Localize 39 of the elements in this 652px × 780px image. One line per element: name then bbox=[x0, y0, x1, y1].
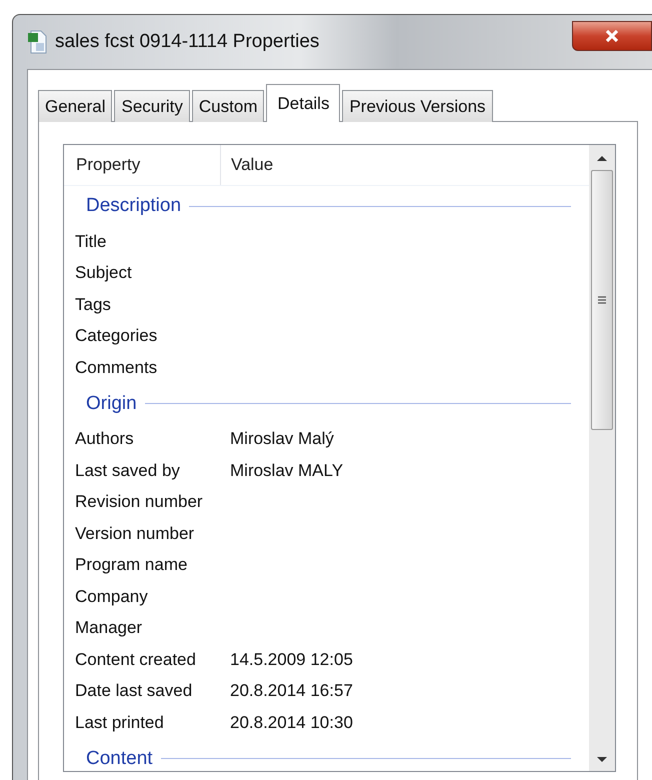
property-value: 20.8.2014 10:30 bbox=[230, 712, 353, 733]
close-button[interactable] bbox=[572, 21, 652, 51]
property-name: Version number bbox=[74, 524, 196, 544]
property-name: Categories bbox=[74, 326, 158, 346]
scrollbar[interactable] bbox=[589, 145, 615, 771]
tab[interactable]: Previous Versions bbox=[342, 90, 493, 122]
property-name: Last printed bbox=[74, 712, 165, 733]
window-title: sales fcst 0914-1114 Properties bbox=[55, 31, 320, 53]
property-name: Revision number bbox=[74, 492, 204, 512]
section-heading: Description bbox=[86, 195, 182, 217]
property-name: Content created bbox=[74, 650, 197, 670]
property-name: Manager bbox=[74, 618, 144, 638]
property-name: Last saved by bbox=[74, 460, 181, 481]
scroll-down-icon[interactable] bbox=[596, 756, 608, 763]
section-heading: Origin bbox=[86, 392, 137, 414]
property-name: Date last saved bbox=[74, 681, 194, 702]
section-heading: Content bbox=[86, 748, 153, 770]
property-value: Miroslav MALY bbox=[230, 460, 344, 481]
property-name: Tags bbox=[74, 294, 112, 315]
spreadsheet-file-icon bbox=[27, 30, 47, 54]
grip-icon bbox=[597, 295, 607, 305]
tab[interactable]: General bbox=[38, 90, 112, 122]
property-value: 20.8.2014 16:57 bbox=[230, 681, 353, 702]
tab[interactable]: Details bbox=[266, 84, 340, 122]
property-name: Company bbox=[74, 586, 149, 607]
property-name: Comments bbox=[74, 358, 158, 378]
property-value: 14.5.2009 12:05 bbox=[230, 650, 353, 670]
scroll-thumb[interactable] bbox=[591, 170, 613, 430]
column-header[interactable]: Property bbox=[64, 145, 221, 185]
scroll-up-icon[interactable] bbox=[596, 155, 608, 162]
property-name: Authors bbox=[74, 429, 135, 450]
property-name: Program name bbox=[74, 555, 188, 576]
property-value: Miroslav Malý bbox=[230, 429, 334, 450]
property-name: Subject bbox=[74, 263, 133, 284]
tab[interactable]: Security bbox=[114, 90, 190, 122]
property-name: Title bbox=[74, 232, 108, 252]
column-header[interactable]: Value bbox=[221, 145, 274, 185]
tab[interactable]: Custom bbox=[192, 90, 264, 122]
close-icon bbox=[604, 29, 620, 43]
